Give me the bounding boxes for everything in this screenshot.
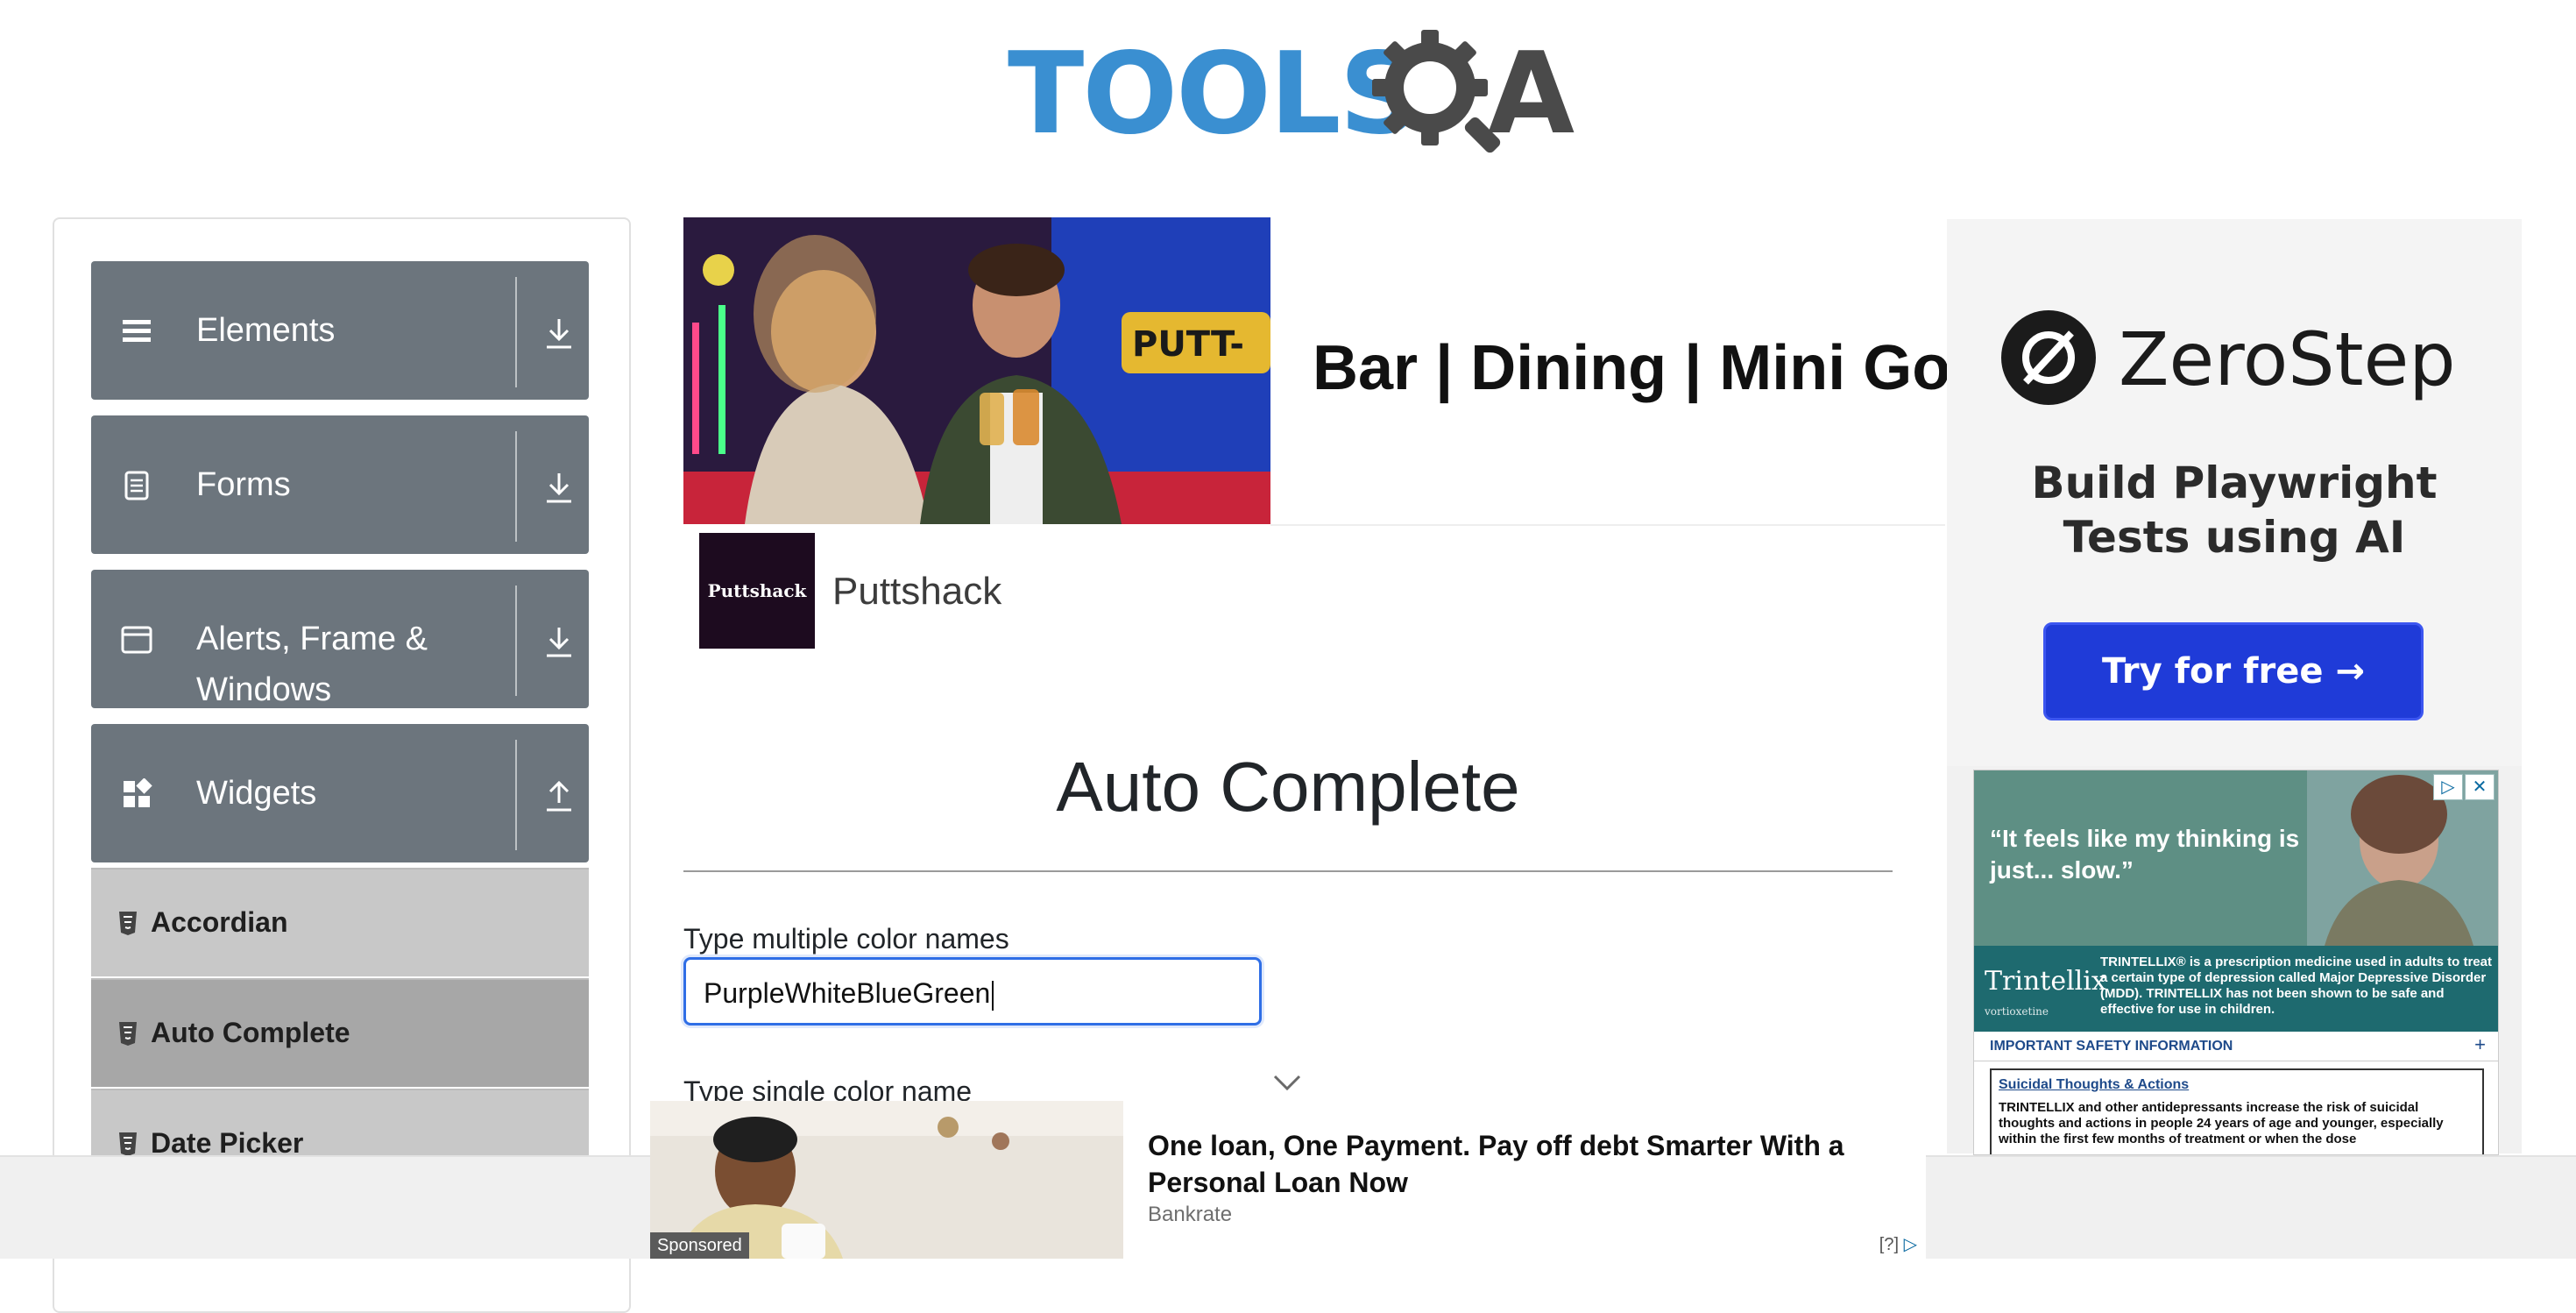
safety-box-title[interactable]: Suicidal Thoughts & Actions <box>1999 1077 2189 1093</box>
divider <box>683 870 1893 872</box>
ad-photo: PUTT- <box>683 217 1270 524</box>
hamburger-icon <box>123 320 151 342</box>
divider <box>515 586 517 696</box>
document-icon <box>124 471 149 500</box>
safety-title: IMPORTANT SAFETY INFORMATION <box>1990 1039 2233 1054</box>
ad-photo: “It feels like my thinking is just... sl… <box>1974 770 2498 946</box>
zerostep-brand: ZeroStep <box>2119 316 2456 402</box>
tagline-line-2: Tests using AI <box>2063 512 2406 563</box>
html5-icon <box>119 912 137 935</box>
ad-photo: Sponsored <box>650 1101 1123 1259</box>
sidebar-group-label: Alerts, Frame & <box>196 621 428 657</box>
divider <box>515 431 517 542</box>
text-caret <box>992 980 994 1011</box>
divider <box>515 740 517 850</box>
sidebar-item-auto-complete[interactable]: Auto Complete <box>91 978 589 1087</box>
logo-text: TOOLS <box>1008 29 1420 160</box>
ad-quote: “It feels like my thinking is just... sl… <box>1990 825 2300 884</box>
sidebar-group-alerts-frame-windows[interactable]: Alerts, Frame & Windows <box>91 570 589 708</box>
divider <box>1270 524 1945 526</box>
bottom-ad-title[interactable]: One loan, One Payment. Pay off debt Smar… <box>1148 1127 1901 1201</box>
adchoices-icon[interactable]: ▷ <box>1904 1235 1917 1254</box>
logo-suffix: A <box>1488 29 1575 160</box>
sidebar-group-label: Forms <box>196 466 291 503</box>
zerostep-logo-icon <box>2001 310 2096 405</box>
page-title: Auto Complete <box>1056 748 1520 826</box>
ad-photo-illustration: PUTT- <box>683 217 1270 524</box>
safety-box: Suicidal Thoughts & Actions TRINTELLIX a… <box>1990 1068 2484 1154</box>
download-arrow-icon[interactable] <box>543 470 575 505</box>
sidebar-group-elements[interactable]: Elements <box>91 261 589 400</box>
ad-choices[interactable]: ▷ ✕ <box>2433 774 2495 800</box>
sidebar-item-label: Auto Complete <box>151 1017 350 1048</box>
safety-box-text: TRINTELLIX and other antidepressants inc… <box>1999 1100 2444 1146</box>
ad-info[interactable]: [?] ▷ <box>1879 1233 1917 1255</box>
sponsored-label: Sponsored <box>650 1232 749 1259</box>
try-for-free-button[interactable]: Try for free → <box>2043 622 2424 720</box>
multi-color-label: Type multiple color names <box>683 923 1009 955</box>
download-arrow-icon[interactable] <box>543 316 575 351</box>
window-icon <box>121 626 152 654</box>
safety-header[interactable]: IMPORTANT SAFETY INFORMATION + <box>1974 1032 2498 1061</box>
sidebar-group-label: Elements <box>196 312 336 349</box>
ad-brand-band: Trintellix vortioxetine 5mg·10mg·20mg ta… <box>1974 946 2498 1047</box>
sidebar-group-label-line2: Windows <box>196 671 332 708</box>
ad-headline: Bar | Dining | Mini Golf <box>1313 333 1990 403</box>
bottom-sponsored-ad[interactable]: Sponsored One loan, One Payment. Pay off… <box>650 1101 1926 1259</box>
upload-arrow-icon[interactable] <box>543 778 575 813</box>
zerostep-tagline: Build Playwright Tests using AI <box>1947 456 2522 564</box>
gear-magnifier-icon <box>1372 30 1501 153</box>
chevron-down-icon[interactable] <box>1272 1073 1302 1092</box>
sidebar-group-forms[interactable]: Forms <box>91 415 589 554</box>
multi-color-input[interactable]: PurpleWhiteBlueGreen <box>683 957 1262 1026</box>
html5-icon <box>119 1022 137 1046</box>
sidebar-group-label: Widgets <box>196 775 317 812</box>
toolsqa-logo[interactable]: TOOLS A <box>1008 25 1577 165</box>
zerostep-ad[interactable]: ZeroStep Build Playwright Tests using AI… <box>1947 219 2522 766</box>
widgets-icon <box>124 778 152 807</box>
drug-description: TRINTELLIX® is a prescription medicine u… <box>2100 955 2492 1017</box>
left-sidebar: Elements Forms Alerts, Frame & Windows W… <box>53 217 631 1313</box>
info-link[interactable]: [?] <box>1879 1235 1899 1254</box>
multi-color-value: PurpleWhiteBlueGreen <box>704 976 994 1011</box>
sidebar-item-label: Accordian <box>151 906 288 938</box>
right-sidebar-ad[interactable]: ZeroStep Build Playwright Tests using AI… <box>1947 219 2522 1155</box>
bottom-ad-source: Bankrate <box>1148 1203 1233 1226</box>
tagline-line-1: Build Playwright <box>2031 458 2438 508</box>
brand-name: Puttshack <box>832 570 1002 613</box>
expand-icon[interactable]: + <box>2474 1033 2486 1056</box>
sidebar-item-accordian[interactable]: Accordian <box>91 868 589 976</box>
trintellix-ad[interactable]: “It feels like my thinking is just... sl… <box>1973 770 2499 1155</box>
html5-icon <box>119 1132 137 1156</box>
sidebar-group-widgets[interactable]: Widgets <box>91 724 589 862</box>
divider <box>515 277 517 387</box>
close-icon[interactable]: ✕ <box>2465 774 2495 800</box>
brand-logo: Puttshack <box>699 533 815 649</box>
download-arrow-icon[interactable] <box>543 624 575 659</box>
photo-sign-text: PUTT- <box>1132 324 1244 365</box>
adchoices-icon[interactable]: ▷ <box>2433 774 2463 800</box>
top-banner-ad[interactable]: PUTT- Bar | Dining | Mini Golf <box>683 217 1989 526</box>
